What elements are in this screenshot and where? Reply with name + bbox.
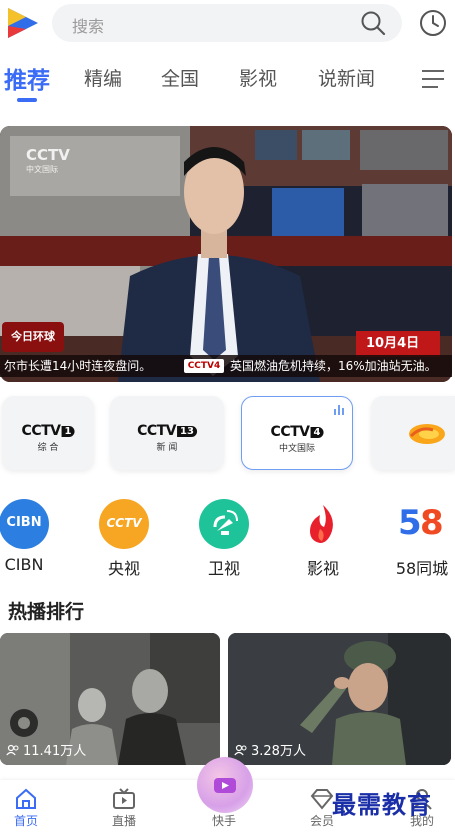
tv-icon (113, 788, 135, 809)
satellite-icon (199, 499, 249, 549)
diamond-icon (310, 789, 334, 810)
active-tab-indicator (17, 98, 37, 102)
menu-icon[interactable] (420, 68, 446, 90)
flame-icon (298, 499, 348, 549)
search-placeholder: 搜索 (72, 17, 105, 36)
home-icon (16, 788, 36, 809)
category-58tongcheng[interactable]: 5 8 58同城 (384, 499, 455, 579)
tab-news-talk[interactable]: 说新闻 (318, 64, 375, 91)
top-bar: 搜索 (0, 0, 455, 46)
nav-live[interactable]: 直播 (94, 788, 154, 829)
category-cctv[interactable]: CCTV 央视 (86, 499, 162, 579)
video-camera-icon (214, 778, 236, 793)
nav-home[interactable]: 首页 (0, 788, 56, 829)
now-playing-bars-icon (334, 405, 344, 415)
cctv13-logo: CCTV 13 新 闻 (137, 420, 197, 453)
view-count-1: 11.41万人 (6, 740, 86, 759)
cctv1-logo: CCTV 1 综 合 (22, 420, 75, 453)
news-ticker: 尔市长遭14小时连夜盘问。 CCTV4 英国燃油危机持续，16%加油站无油。 (0, 355, 452, 377)
channel-card-hunan[interactable] (371, 396, 455, 470)
search-icon[interactable] (360, 10, 386, 36)
category-tabs: 推荐 精编 全国 影视 说新闻 (0, 58, 455, 104)
category-satellite[interactable]: 卫视 (186, 499, 262, 579)
view-count-2: 3.28万人 (234, 740, 306, 759)
ticker-channel-logo: CCTV4 (184, 359, 224, 373)
channel-watermark: CCTV 中文国际 (26, 146, 70, 174)
search-bar[interactable]: 搜索 (52, 4, 402, 42)
ticker-left-text: 尔市长遭14小时连夜盘问。 (4, 359, 152, 373)
tab-film-tv[interactable]: 影视 (239, 64, 277, 91)
watermark-text: 最需教育 (332, 790, 432, 819)
channel-card-cctv13[interactable]: CCTV 13 新 闻 (110, 396, 224, 470)
viewers-icon (234, 744, 247, 755)
category-cibn[interactable]: CIBN CIBN (0, 499, 62, 574)
section-title-hot: 热播排行 (8, 601, 85, 623)
category-movies[interactable]: 影视 (285, 499, 361, 579)
tab-national[interactable]: 全国 (161, 64, 199, 91)
viewers-icon (6, 744, 19, 755)
video-card-1[interactable]: 11.41万人 (0, 633, 220, 765)
program-logo-badge: 今日环球 (2, 322, 64, 352)
mango-tv-logo-icon (409, 424, 445, 444)
app-logo-icon[interactable] (4, 4, 42, 42)
broadcast-date: 10月4日 (356, 331, 440, 357)
kuaishou-video-button[interactable] (197, 757, 253, 813)
history-clock-icon[interactable] (419, 9, 447, 37)
cctv-icon: CCTV (99, 499, 149, 549)
tab-curated[interactable]: 精编 (84, 64, 122, 91)
video-card-2[interactable]: 3.28万人 (228, 633, 451, 765)
channel-card-cctv1[interactable]: CCTV 1 综 合 (2, 396, 94, 470)
cctv4-logo: CCTV 4 中文国际 (271, 421, 324, 454)
58-icon: 5 8 (397, 499, 447, 549)
cibn-icon: CIBN (0, 499, 49, 549)
tab-recommend[interactable]: 推荐 (4, 61, 50, 95)
ticker-right-text: 英国燃油危机持续，16%加油站无油。 (230, 359, 437, 373)
channel-card-cctv4[interactable]: CCTV 4 中文国际 (241, 396, 353, 470)
